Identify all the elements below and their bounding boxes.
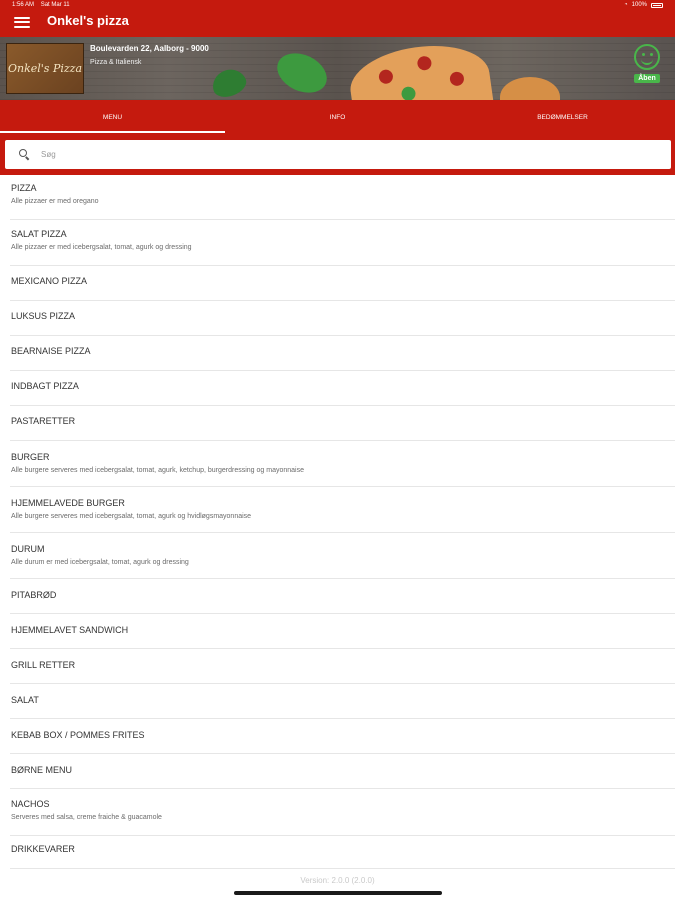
category-title: GRILL RETTER	[11, 660, 76, 670]
category-title: DURUM	[11, 544, 45, 554]
restaurant-logo: Onkel's Pizza	[6, 43, 84, 94]
menu-icon[interactable]	[14, 14, 30, 30]
tab-info[interactable]: INFO	[225, 100, 450, 134]
battery-icon	[651, 2, 663, 8]
tab-bar: MENU INFO BEDØMMELSER	[0, 100, 675, 134]
category-item-mexicano-pizza[interactable]: MEXICANO PIZZA	[10, 266, 675, 301]
status-date: Sat Mar 11	[40, 2, 70, 8]
smiley-icon	[634, 44, 660, 70]
open-status-label: Åben	[634, 74, 660, 83]
category-title: INDBAGT PIZZA	[11, 381, 79, 391]
category-title: HJEMMELAVET SANDWICH	[11, 625, 129, 635]
category-title: HJEMMELAVEDE BURGER	[11, 498, 125, 508]
category-item-borne-menu[interactable]: BØRNE MENU	[10, 754, 675, 789]
tab-menu[interactable]: MENU	[0, 100, 225, 134]
restaurant-cuisine: Pizza & Italiensk	[90, 59, 142, 66]
status-time-date: 1:56 AM Sat Mar 11	[12, 2, 70, 8]
category-description: Alle burgere serveres med icebergsalat, …	[11, 513, 252, 520]
category-item-burger[interactable]: BURGER Alle burgere serveres med iceberg…	[10, 441, 675, 487]
status-time: 1:56 AM	[12, 2, 35, 8]
category-item-bearnaise-pizza[interactable]: BEARNAISE PIZZA	[10, 336, 675, 371]
category-item-salat-pizza[interactable]: SALAT PIZZA Alle pizzaer er med icebergs…	[10, 220, 675, 266]
tab-menu-label: MENU	[102, 113, 123, 121]
category-item-pitabrod[interactable]: PITABRØD	[10, 579, 675, 614]
battery-percent: 100%	[631, 2, 647, 8]
restaurant-banner: Onkel's Pizza Boulevarden 22, Aalborg - …	[0, 37, 675, 100]
status-right: ◔ 100%	[624, 2, 663, 8]
search-bar-container	[0, 134, 675, 175]
tab-reviews-label: BEDØMMELSER	[537, 113, 588, 121]
category-description: Alle pizzaer er med oregano	[11, 198, 99, 205]
search-bar	[5, 140, 671, 169]
category-title: SALAT PIZZA	[11, 229, 67, 239]
status-bar: 1:56 AM Sat Mar 11 ◔ 100%	[0, 0, 675, 10]
category-title: DRIKKEVARER	[11, 844, 75, 854]
category-item-pizza[interactable]: PIZZA Alle pizzaer er med oregano	[10, 175, 675, 220]
open-status-badge: Åben	[631, 44, 663, 83]
category-title: PITABRØD	[11, 590, 57, 600]
category-title: BØRNE MENU	[11, 765, 73, 775]
category-title: BURGER	[11, 452, 50, 462]
search-input[interactable]	[41, 140, 661, 169]
category-title: NACHOS	[11, 799, 50, 809]
home-indicator[interactable]	[234, 891, 442, 895]
category-description: Alle burgere serveres med icebergsalat, …	[11, 467, 304, 474]
category-item-pastaretter[interactable]: PASTARETTER	[10, 406, 675, 441]
tab-reviews[interactable]: BEDØMMELSER	[450, 100, 675, 134]
category-description: Serveres med salsa, creme fraiche & guac…	[11, 814, 162, 821]
category-item-salat[interactable]: SALAT	[10, 684, 675, 719]
category-title: PASTARETTER	[11, 416, 76, 426]
category-title: BEARNAISE PIZZA	[11, 346, 91, 356]
category-item-luksus-pizza[interactable]: LUKSUS PIZZA	[10, 301, 675, 336]
category-description: Alle pizzaer er med icebergsalat, tomat,…	[11, 244, 192, 251]
category-item-grill-retter[interactable]: GRILL RETTER	[10, 649, 675, 684]
category-item-durum[interactable]: DURUM Alle durum er med icebergsalat, to…	[10, 533, 675, 579]
app-version: Version: 2.0.0 (2.0.0)	[300, 876, 375, 885]
app-bar: Onkel's pizza	[0, 10, 675, 37]
category-title: LUKSUS PIZZA	[11, 311, 76, 321]
wifi-icon: ◔	[624, 2, 628, 8]
category-item-drikkevarer[interactable]: DRIKKEVARER	[10, 836, 675, 869]
category-item-indbagt-pizza[interactable]: INDBAGT PIZZA	[10, 371, 675, 406]
category-item-kebab-box[interactable]: KEBAB BOX / POMMES FRITES	[10, 719, 675, 754]
category-item-hjemmelavet-sandwich[interactable]: HJEMMELAVET SANDWICH	[10, 614, 675, 649]
tab-info-label: INFO	[329, 113, 346, 121]
category-title: SALAT	[11, 695, 39, 705]
category-list: PIZZA Alle pizzaer er med oregano SALAT …	[0, 175, 675, 869]
app-title: Onkel's pizza	[47, 13, 129, 28]
category-title: KEBAB BOX / POMMES FRITES	[11, 730, 145, 740]
category-item-hjemmelavede-burger[interactable]: HJEMMELAVEDE BURGER Alle burgere servere…	[10, 487, 675, 533]
category-description: Alle durum er med icebergsalat, tomat, a…	[11, 559, 189, 566]
category-title: MEXICANO PIZZA	[11, 276, 88, 286]
search-icon	[19, 149, 27, 157]
category-title: PIZZA	[11, 183, 37, 193]
restaurant-address: Boulevarden 22, Aalborg - 9000	[90, 44, 209, 53]
category-item-nachos[interactable]: NACHOS Serveres med salsa, creme fraiche…	[10, 789, 675, 836]
logo-text: Onkel's Pizza	[7, 62, 83, 75]
